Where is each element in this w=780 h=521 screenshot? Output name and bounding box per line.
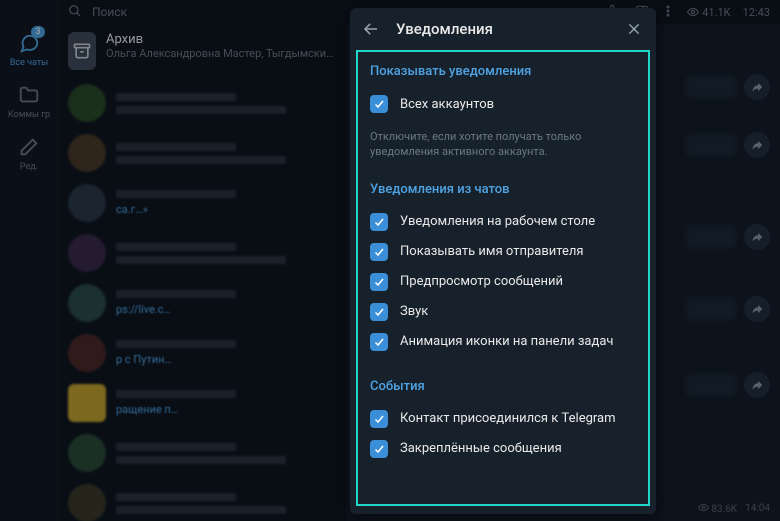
checkbox-icon xyxy=(370,95,388,113)
checkbox-all-accounts[interactable]: Всех аккаунтов xyxy=(370,89,636,119)
checkbox-label: Звук xyxy=(400,304,428,319)
checkbox-sound[interactable]: Звук xyxy=(370,297,636,327)
checkbox-label: Предпросмотр сообщений xyxy=(400,274,563,289)
checkbox-icon xyxy=(370,273,388,291)
checkbox-label: Всех аккаунтов xyxy=(400,97,494,112)
section-description: Отключите, если хотите получать только у… xyxy=(370,129,636,160)
checkbox-icon xyxy=(370,243,388,261)
dialog-body: Показывать уведомления Всех аккаунтов От… xyxy=(356,50,650,506)
checkbox-message-preview[interactable]: Предпросмотр сообщений xyxy=(370,267,636,297)
section-events: События Контакт присоединился к Telegram… xyxy=(370,379,636,464)
checkbox-icon xyxy=(370,303,388,321)
checkbox-pinned-messages[interactable]: Закреплённые сообщения xyxy=(370,434,636,464)
checkbox-label: Закреплённые сообщения xyxy=(400,441,562,456)
section-title: Уведомления из чатов xyxy=(370,182,636,197)
checkbox-icon xyxy=(370,440,388,458)
checkbox-icon xyxy=(370,410,388,428)
section-title: События xyxy=(370,379,636,394)
checkbox-contact-joined[interactable]: Контакт присоединился к Telegram xyxy=(370,404,636,434)
checkbox-label: Контакт присоединился к Telegram xyxy=(400,411,616,426)
checkbox-label: Анимация иконки на панели задач xyxy=(400,334,613,349)
checkbox-taskbar-animation[interactable]: Анимация иконки на панели задач xyxy=(370,327,636,357)
checkbox-label: Показывать имя отправителя xyxy=(400,244,584,259)
checkbox-show-sender[interactable]: Показывать имя отправителя xyxy=(370,237,636,267)
notifications-dialog: Уведомления Показывать уведомления Всех … xyxy=(350,8,656,514)
checkbox-icon xyxy=(370,333,388,351)
back-button[interactable] xyxy=(362,20,380,38)
dialog-header: Уведомления xyxy=(350,8,656,50)
section-title: Показывать уведомления xyxy=(370,64,636,79)
checkbox-icon xyxy=(370,213,388,231)
close-button[interactable] xyxy=(626,21,642,37)
dialog-title: Уведомления xyxy=(396,20,493,38)
section-show-notifications: Показывать уведомления Всех аккаунтов От… xyxy=(370,64,636,160)
checkbox-desktop-notifications[interactable]: Уведомления на рабочем столе xyxy=(370,207,636,237)
section-chat-notifications: Уведомления из чатов Уведомления на рабо… xyxy=(370,182,636,357)
checkbox-label: Уведомления на рабочем столе xyxy=(400,214,595,229)
